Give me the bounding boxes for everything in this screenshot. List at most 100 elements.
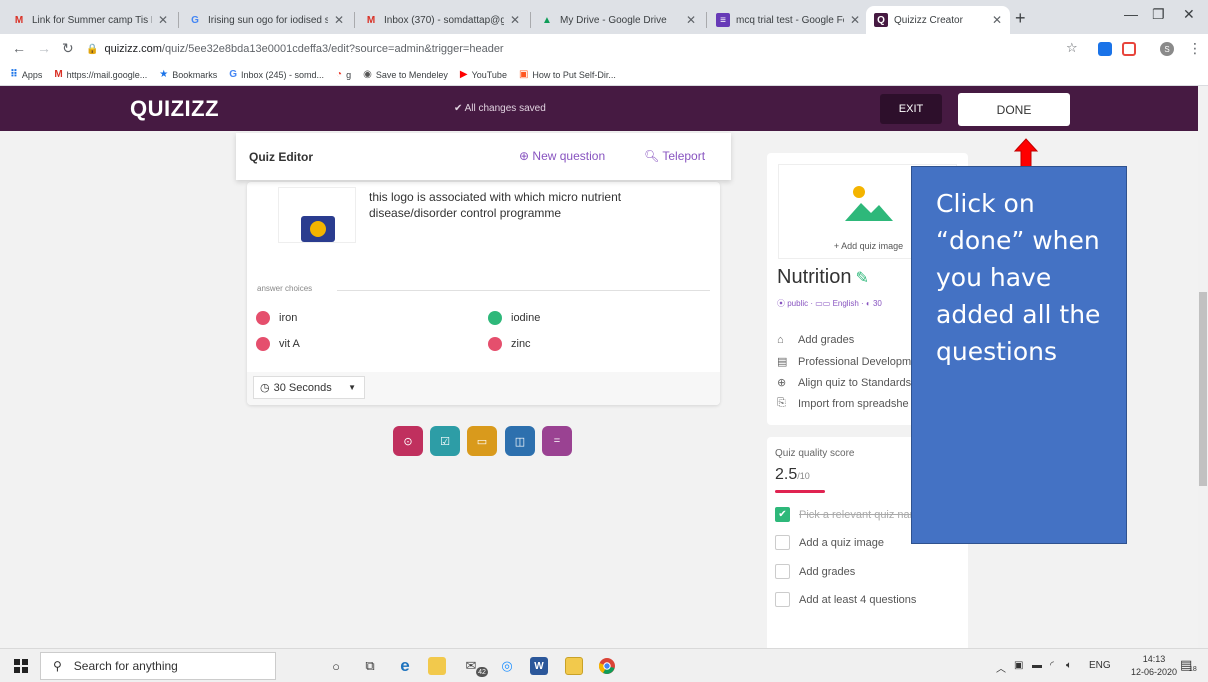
multiple-choice-button[interactable]: ⊙ <box>393 426 423 456</box>
new-tab-icon[interactable]: + <box>1015 8 1026 29</box>
bookmarks-bar: ⠿ Apps Mhttps://mail.google... ★ Bookmarks… <box>0 64 1208 86</box>
bookmark-g[interactable]: ◔ g <box>336 69 351 80</box>
taskbar-clock[interactable]: 14:13 12-06-2020 <box>1131 653 1177 679</box>
minimize-icon[interactable]: — <box>1124 6 1138 22</box>
divider <box>337 290 710 291</box>
import-spreadsheet-link[interactable]: ⎘ Import from spreadshe <box>777 397 909 410</box>
import-icon: ⎘ <box>777 397 786 409</box>
quality-item[interactable]: Add at least 4 questions <box>775 592 916 607</box>
save-status: ✔ All changes saved <box>454 103 546 114</box>
teleport-button[interactable]: 🔍︎ Teleport <box>644 149 705 163</box>
profile-avatar[interactable]: S <box>1160 42 1174 56</box>
tab-google-search[interactable]: G Irising sun ogo for iodised sa ✕ <box>180 6 352 34</box>
forward-arrow-icon[interactable]: → <box>37 40 51 56</box>
bookmark-star-icon[interactable]: ☆ <box>1066 40 1078 56</box>
tab-quizizz-creator[interactable]: Q Quizizz Creator ✕ <box>866 6 1010 34</box>
taskbar-search[interactable]: ⚲ Search for anything <box>40 652 276 680</box>
safari-icon[interactable]: ◎ <box>498 657 516 675</box>
edge-icon[interactable]: e <box>396 656 414 675</box>
tray-app-icon[interactable]: ▣ <box>1014 660 1023 671</box>
task-view-icon[interactable]: ⧉ <box>361 657 379 675</box>
tab-gmail-inbox[interactable]: M Inbox (370) - somdattap@gr ✕ <box>356 6 528 34</box>
word-icon[interactable]: W <box>530 657 548 675</box>
quality-score: 2.5/10 <box>775 466 810 483</box>
pencil-icon[interactable]: ✎ <box>855 270 868 287</box>
maximize-icon[interactable]: ❐ <box>1152 6 1165 23</box>
paint-icon[interactable] <box>565 657 583 675</box>
drive-icon: ▲ <box>542 14 552 26</box>
time-limit-select[interactable]: ◷ 30 Seconds ▼ <box>253 376 365 399</box>
language-indicator[interactable]: ENG <box>1089 660 1111 671</box>
image-placeholder-icon <box>845 186 893 221</box>
open-ended-button[interactable]: = <box>542 426 572 456</box>
star-icon: ★ <box>159 69 169 80</box>
bookmark-gmail[interactable]: Mhttps://mail.google... <box>54 69 147 80</box>
tab-google-forms[interactable]: ≡ mcq trial test - Google Form ✕ <box>708 6 868 34</box>
close-tab-icon[interactable]: ✕ <box>158 13 168 27</box>
menu-kebab-icon[interactable]: ⋮ <box>1188 40 1202 57</box>
add-grades-link[interactable]: ⌂ Add grades <box>777 334 854 346</box>
professional-development-link[interactable]: ▤ Professional Developm <box>777 355 911 369</box>
bookmark-bookmarks[interactable]: ★ Bookmarks <box>159 69 217 80</box>
extension-icon[interactable] <box>1098 42 1112 56</box>
new-question-button[interactable]: ⊕ New question <box>519 149 605 163</box>
question-image <box>278 187 356 243</box>
close-tab-icon[interactable]: ✕ <box>992 13 1002 27</box>
close-tab-icon[interactable]: ✕ <box>334 13 344 27</box>
check-icon: ✔ <box>775 507 790 522</box>
forms-icon: ≡ <box>716 13 730 27</box>
wifi-icon[interactable]: ◜ <box>1050 660 1054 671</box>
bookmark-youtube[interactable]: ▶ YouTube <box>460 69 507 80</box>
windows-start-icon[interactable] <box>14 659 28 673</box>
file-explorer-icon[interactable] <box>428 657 446 675</box>
mail-badge: 42 <box>476 667 488 677</box>
show-hidden-icons[interactable]: ︿ <box>996 660 1006 675</box>
close-tab-icon[interactable]: ✕ <box>510 13 520 27</box>
exit-button[interactable]: EXIT <box>880 94 942 124</box>
google-icon: G <box>229 69 237 80</box>
notification-count: 18 <box>1189 666 1197 673</box>
multiple-choice-icon: ⊙ <box>403 435 413 448</box>
gmail-icon: M <box>14 14 24 26</box>
window-close-icon[interactable]: ✕ <box>1183 6 1195 23</box>
address-bar[interactable]: 🔒 quizizz.com/quiz/5ee32e8bda13e0001cdef… <box>86 38 1056 60</box>
poll-icon: ◫ <box>514 435 526 448</box>
tab-divider <box>178 12 179 28</box>
battery-icon[interactable]: ▬ <box>1032 660 1042 671</box>
tab-gmail-summer-camp[interactable]: M Link for Summer camp Tis Ec ✕ <box>4 6 176 34</box>
done-button[interactable]: DONE <box>958 93 1070 126</box>
question-card[interactable]: this logo is associated with which micro… <box>247 182 720 405</box>
cortana-icon[interactable]: ○ <box>327 657 345 675</box>
clock-icon: ◷ <box>260 382 270 394</box>
poll-button[interactable]: ◫ <box>505 426 535 456</box>
page-scrollbar[interactable] <box>1198 86 1208 648</box>
bookmark-mendeley[interactable]: ◉ Save to Mendeley <box>363 69 448 80</box>
chrome-icon[interactable] <box>598 657 616 675</box>
tab-google-drive[interactable]: ▲ My Drive - Google Drive ✕ <box>532 6 704 34</box>
tab-divider <box>354 12 355 28</box>
scrollbar-thumb[interactable] <box>1199 292 1207 486</box>
back-arrow-icon[interactable]: ← <box>12 40 26 56</box>
close-tab-icon[interactable]: ✕ <box>686 13 696 27</box>
quiz-name[interactable]: Nutrition ✎ <box>777 266 869 289</box>
apps-icon: ⠿ <box>10 69 18 80</box>
checkbox-question-button[interactable]: ☑ <box>430 426 460 456</box>
gmail-icon: M <box>366 14 376 26</box>
quality-item[interactable]: Add grades <box>775 564 855 579</box>
bookmark-apps[interactable]: ⠿ Apps <box>10 69 42 80</box>
align-standards-link[interactable]: ⊕ Align quiz to Standards <box>777 376 911 390</box>
checkbox <box>775 592 790 607</box>
quality-item[interactable]: Add a quiz image <box>775 535 884 550</box>
answer-choice: iron <box>256 311 297 325</box>
bookmark-self-dir[interactable]: ▣ How to Put Self-Dir... <box>519 69 616 80</box>
quizizz-logo[interactable]: QUIZIZZ <box>130 96 219 122</box>
quality-item[interactable]: ✔ Pick a relevant quiz name <box>775 507 925 522</box>
reload-icon[interactable]: ↻ <box>62 40 74 57</box>
url-host: quizizz.com <box>104 43 162 55</box>
close-tab-icon[interactable]: ✕ <box>850 13 860 27</box>
fill-in-blank-button[interactable]: ▭ <box>467 426 497 456</box>
volume-icon[interactable]: 🔈︎ <box>1066 660 1072 671</box>
extension-pocket-icon[interactable] <box>1122 42 1136 56</box>
bookmark-inbox[interactable]: G Inbox (245) - somd... <box>229 69 324 80</box>
red-arrow-up-icon <box>1013 138 1039 168</box>
